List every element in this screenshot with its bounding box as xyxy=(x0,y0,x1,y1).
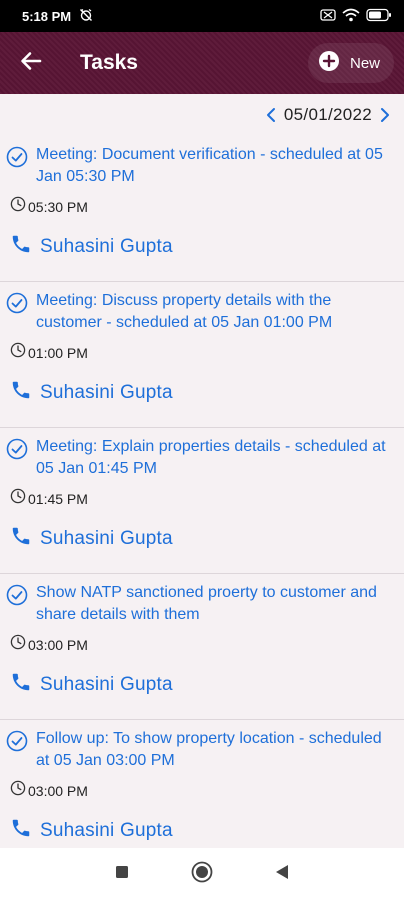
task-list: Meeting: Document verification - schedul… xyxy=(0,136,404,848)
previous-date-button[interactable] xyxy=(266,107,276,123)
check-circle-icon[interactable] xyxy=(6,292,28,314)
back-nav-button[interactable] xyxy=(275,864,289,885)
system-nav-bar xyxy=(0,848,404,900)
task-title[interactable]: Meeting: Document verification - schedul… xyxy=(36,144,392,188)
task-title[interactable]: Meeting: Discuss property details with t… xyxy=(36,290,392,334)
selected-date[interactable]: 05/01/2022 xyxy=(284,105,372,125)
clock-icon xyxy=(10,780,26,801)
phone-icon xyxy=(10,817,32,844)
task-card[interactable]: Meeting: Document verification - schedul… xyxy=(0,136,404,282)
new-task-button[interactable]: New xyxy=(307,43,394,83)
contact-name[interactable]: Suhasini Gupta xyxy=(40,528,173,550)
contact-name[interactable]: Suhasini Gupta xyxy=(40,236,173,258)
contact-name[interactable]: Suhasini Gupta xyxy=(40,674,173,696)
task-card[interactable]: Meeting: Explain properties details - sc… xyxy=(0,428,404,574)
phone-icon xyxy=(10,379,32,406)
home-button[interactable] xyxy=(191,861,213,888)
battery-icon xyxy=(366,8,392,25)
phone-icon xyxy=(10,525,32,552)
task-card[interactable]: Show NATP sanctioned proerty to customer… xyxy=(0,574,404,720)
task-card[interactable]: Meeting: Discuss property details with t… xyxy=(0,282,404,428)
task-card[interactable]: Follow up: To show property location - s… xyxy=(0,720,404,848)
contact-call-link[interactable]: Suhasini Gupta xyxy=(10,525,392,552)
status-bar: 5:18 PM xyxy=(0,0,404,32)
task-time: 01:45 PM xyxy=(28,490,88,507)
task-time: 05:30 PM xyxy=(28,198,88,215)
new-button-label: New xyxy=(349,54,380,72)
contact-call-link[interactable]: Suhasini Gupta xyxy=(10,671,392,698)
wifi-icon xyxy=(342,8,360,25)
task-time: 03:00 PM xyxy=(28,782,88,799)
clock-icon xyxy=(10,488,26,509)
clock-icon xyxy=(10,342,26,363)
clock-icon xyxy=(10,634,26,655)
contact-name[interactable]: Suhasini Gupta xyxy=(40,382,173,404)
page-title: Tasks xyxy=(80,51,138,74)
arrow-left-icon xyxy=(20,51,42,76)
alarm-off-icon xyxy=(79,8,93,25)
recents-button[interactable] xyxy=(115,865,129,884)
sim-card-icon xyxy=(320,8,336,24)
phone-icon xyxy=(10,671,32,698)
contact-name[interactable]: Suhasini Gupta xyxy=(40,820,173,842)
contact-call-link[interactable]: Suhasini Gupta xyxy=(10,379,392,406)
status-time: 5:18 PM xyxy=(22,8,72,24)
plus-circle-icon xyxy=(318,50,340,77)
task-title[interactable]: Meeting: Explain properties details - sc… xyxy=(36,436,392,480)
check-circle-icon[interactable] xyxy=(6,730,28,752)
check-circle-icon[interactable] xyxy=(6,584,28,606)
check-circle-icon[interactable] xyxy=(6,438,28,460)
phone-icon xyxy=(10,233,32,260)
task-time: 03:00 PM xyxy=(28,636,88,653)
back-button[interactable] xyxy=(0,32,62,94)
app-bar: Tasks New xyxy=(0,32,404,94)
task-time: 01:00 PM xyxy=(28,344,88,361)
next-date-button[interactable] xyxy=(380,107,390,123)
check-circle-icon[interactable] xyxy=(6,146,28,168)
contact-call-link[interactable]: Suhasini Gupta xyxy=(10,233,392,260)
clock-icon xyxy=(10,196,26,217)
task-list-panel[interactable]: 05/01/2022 Meeting: Document verificatio… xyxy=(0,94,404,848)
task-title[interactable]: Show NATP sanctioned proerty to customer… xyxy=(36,582,392,626)
contact-call-link[interactable]: Suhasini Gupta xyxy=(10,817,392,844)
date-navigator: 05/01/2022 xyxy=(0,94,404,136)
task-title[interactable]: Follow up: To show property location - s… xyxy=(36,728,392,772)
